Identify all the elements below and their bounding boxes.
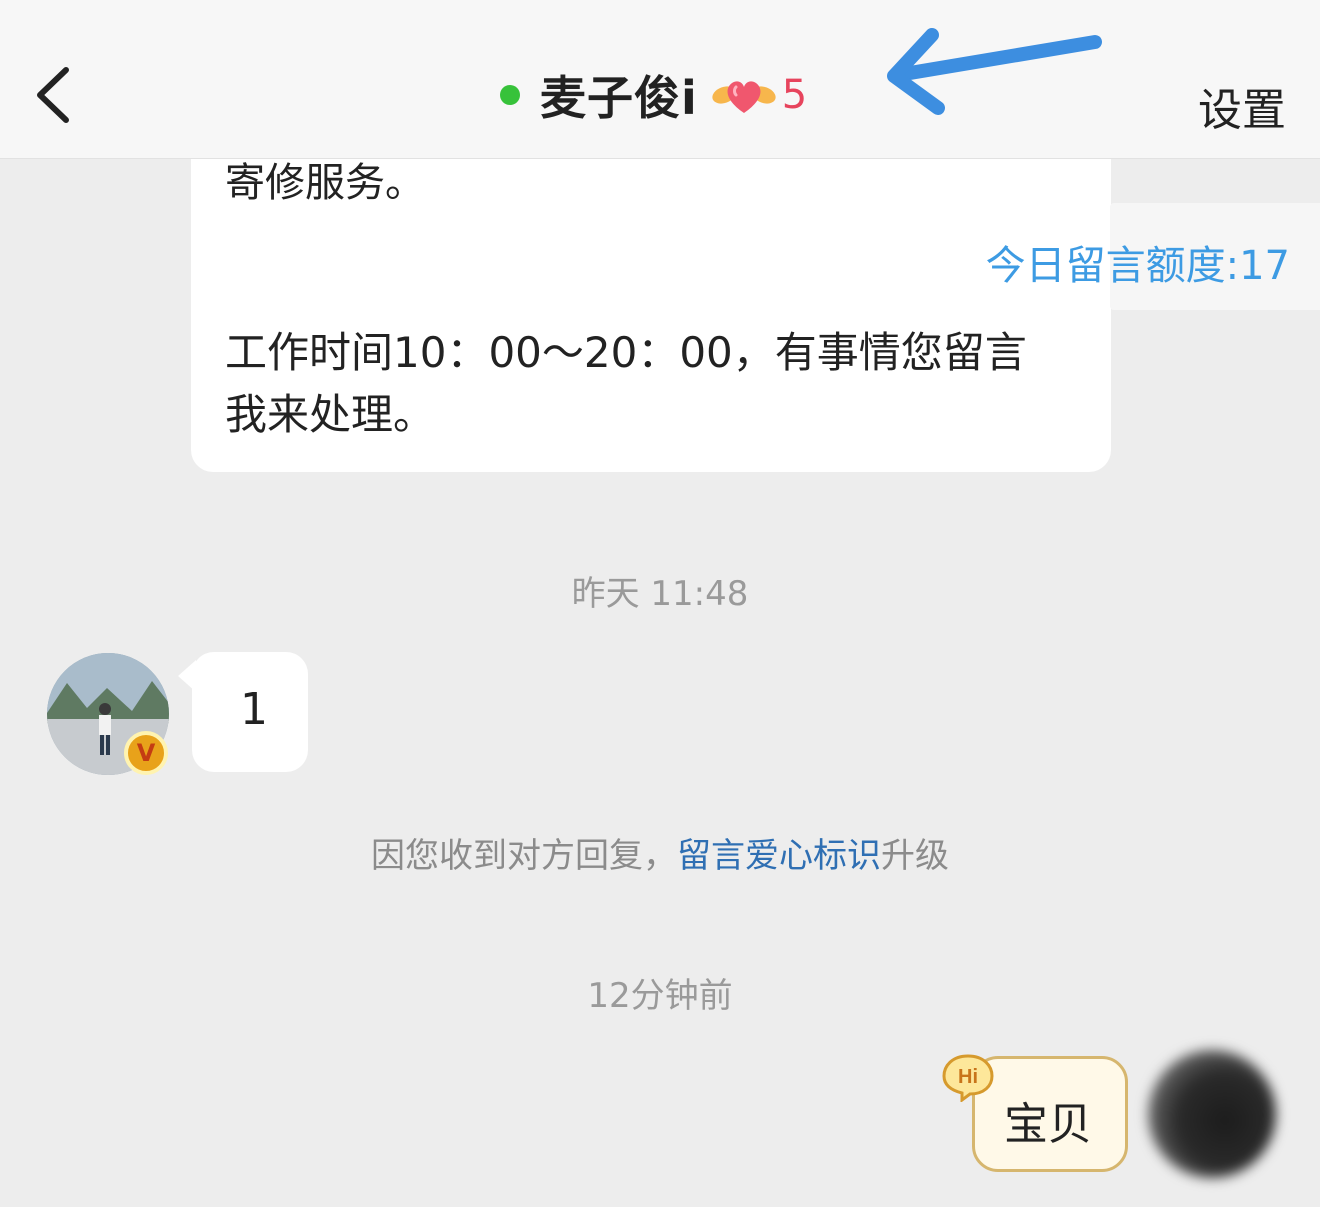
vip-badge-icon: V bbox=[124, 731, 168, 775]
system-notice: 因您收到对方回复，留言爱心标识升级 bbox=[0, 828, 1320, 877]
contact-name: 麦子俊i bbox=[540, 71, 698, 125]
settings-button[interactable]: 设置 bbox=[1198, 74, 1286, 138]
winged-heart-icon bbox=[712, 81, 776, 113]
svg-text:Hi: Hi bbox=[958, 1066, 978, 1088]
timestamp: 昨天 11:48 bbox=[571, 574, 749, 614]
my-avatar[interactable] bbox=[1148, 1050, 1276, 1178]
chevron-left-icon bbox=[37, 67, 69, 123]
message-card: 寄修服务。 工作时间10：00～20：00，有事情您留言我来处理。 bbox=[191, 110, 1111, 472]
chat-header: 麦子俊i 5 设置 bbox=[0, 0, 1320, 159]
incoming-message-text: 1 bbox=[240, 684, 268, 735]
message-body-text: 工作时间10：00～20：00，有事情您留言我来处理。 bbox=[225, 328, 1027, 439]
notice-link[interactable]: 留言爱心标识 bbox=[677, 836, 881, 876]
notice-prefix: 因您收到对方回复， bbox=[371, 836, 677, 876]
notice-suffix: 升级 bbox=[881, 836, 949, 876]
outgoing-message-text: 宝贝 bbox=[1004, 1099, 1092, 1150]
hi-sticker-icon: Hi bbox=[942, 1054, 994, 1102]
chat-title[interactable]: 麦子俊i 5 bbox=[500, 60, 807, 130]
daily-message-quota: 今日留言额度:17 bbox=[985, 243, 1290, 289]
online-status-dot bbox=[500, 85, 520, 105]
heart-level-count: 5 bbox=[781, 72, 808, 118]
annotation-arrow-icon bbox=[887, 28, 1102, 115]
timestamp: 12分钟前 bbox=[587, 976, 733, 1016]
back-button[interactable] bbox=[24, 52, 94, 138]
